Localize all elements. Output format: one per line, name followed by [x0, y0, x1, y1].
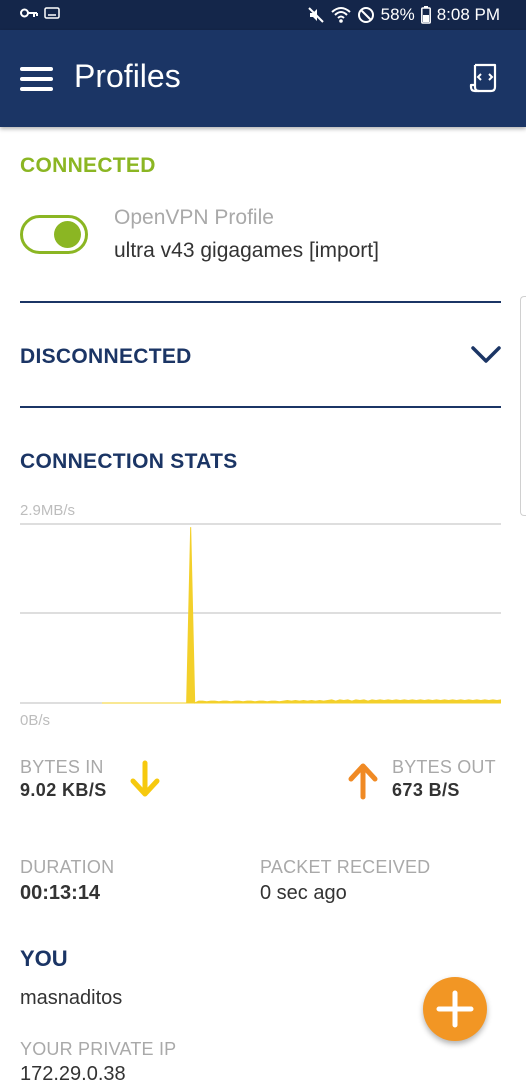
packet-received-value: 0 sec ago — [260, 882, 347, 904]
vpn-key-icon — [20, 8, 38, 18]
status-right-icons: 58% 8:08 PM — [307, 5, 500, 25]
graph-min-label: 0B/s — [20, 712, 51, 729]
connected-heading: CONNECTED — [20, 154, 156, 177]
divider — [20, 406, 501, 408]
duration-label: DURATION — [20, 857, 115, 877]
arrow-down-icon — [130, 760, 160, 797]
bytes-out-value: 673 B/S — [392, 780, 460, 800]
traffic-area-series — [102, 527, 501, 704]
status-left-icons — [20, 7, 60, 19]
keyboard-icon — [44, 7, 60, 19]
divider — [20, 301, 501, 303]
private-ip-label: YOUR PRIVATE IP — [20, 1039, 177, 1059]
import-profile-icon[interactable] — [468, 61, 502, 95]
scroll-edge[interactable] — [520, 296, 526, 516]
bytes-in-label: BYTES IN — [20, 757, 104, 777]
bytes-in-value: 9.02 KB/S — [20, 780, 107, 800]
bytes-out-label: BYTES OUT — [392, 757, 496, 777]
battery-percent: 58% — [380, 5, 415, 24]
packet-received-label: PACKET RECEIVED — [260, 857, 431, 877]
add-profile-button[interactable] — [423, 977, 487, 1041]
traffic-graph — [20, 523, 501, 704]
clock: 8:08 PM — [436, 5, 500, 24]
status-bar: 58% 8:08 PM — [0, 0, 526, 30]
you-heading: YOU — [20, 946, 68, 971]
connection-toggle[interactable] — [20, 215, 88, 254]
mute-icon — [307, 7, 324, 23]
battery-icon — [420, 6, 431, 24]
app-bar: Profiles — [0, 30, 526, 127]
do-not-disturb-icon — [357, 7, 374, 23]
wifi-icon — [330, 7, 351, 23]
page-title: Profiles — [74, 58, 181, 94]
duration-value: 00:13:14 — [20, 882, 101, 904]
plus-icon — [436, 990, 474, 1028]
profile-name[interactable]: ultra v43 gigagames [import] — [114, 239, 379, 263]
arrow-up-icon — [348, 763, 378, 800]
username: masnaditos — [20, 987, 123, 1009]
chevron-down-icon[interactable] — [470, 344, 502, 366]
toggle-knob — [54, 221, 81, 248]
connection-stats-heading: CONNECTION STATS — [20, 450, 238, 473]
disconnected-heading[interactable]: DISCONNECTED — [20, 345, 192, 369]
menu-icon[interactable] — [20, 67, 53, 91]
private-ip-value: 172.29.0.38 — [20, 1063, 126, 1080]
profile-type: OpenVPN Profile — [114, 206, 274, 229]
